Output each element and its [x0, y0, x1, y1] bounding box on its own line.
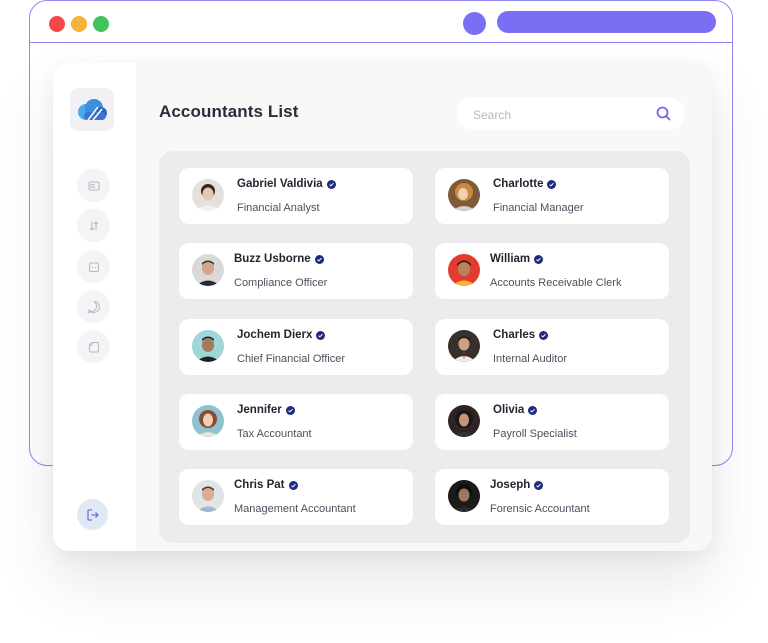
logout-button[interactable]	[77, 499, 108, 530]
accountant-card[interactable]: Gabriel Valdivia Financial Analyst	[179, 168, 413, 224]
accountant-role: Compliance Officer	[234, 277, 328, 289]
sidebar-item-calendar[interactable]	[77, 250, 110, 283]
accountant-card[interactable]: Olivia Payroll Specialist	[435, 394, 669, 450]
document-icon	[88, 341, 99, 353]
avatar	[448, 480, 480, 512]
logout-icon	[86, 508, 99, 521]
browser-title-bar	[30, 1, 732, 43]
accountant-role: Tax Accountant	[237, 428, 312, 440]
search-input[interactable]	[471, 97, 655, 132]
accountant-card[interactable]: Buzz Usborne Compliance Officer	[179, 243, 413, 299]
sidebar-item-document[interactable]	[77, 330, 110, 363]
sidebar	[53, 63, 136, 551]
accountant-role: Financial Manager	[493, 202, 584, 214]
verified-icon	[539, 330, 549, 340]
verified-icon	[326, 179, 336, 189]
avatar	[192, 405, 224, 437]
accountant-role: Management Accountant	[234, 503, 356, 515]
accountant-role: Payroll Specialist	[493, 428, 577, 440]
accountant-role: Forensic Accountant	[490, 503, 590, 515]
accountant-name: William	[490, 253, 544, 265]
accountant-card[interactable]: Chris Pat Management Accountant	[179, 469, 413, 525]
avatar	[448, 405, 480, 437]
app-window: Accountants List Gabriel Valdivia Financ…	[53, 63, 712, 551]
verified-icon	[316, 330, 326, 340]
accountant-card[interactable]: Jochem Dierx Chief Financial Officer	[179, 319, 413, 375]
avatar	[448, 254, 480, 286]
accountant-role: Internal Auditor	[493, 353, 567, 365]
accountant-name: Charles	[493, 329, 549, 341]
verified-icon	[534, 254, 544, 264]
avatar	[192, 330, 224, 362]
avatar	[192, 179, 224, 211]
verified-icon	[314, 254, 324, 264]
accountant-name: Olivia	[493, 404, 538, 416]
cloud-logo-icon	[78, 98, 107, 120]
accountant-card[interactable]: William Accounts Receivable Clerk	[435, 243, 669, 299]
wallet-icon	[87, 180, 100, 191]
accountant-card[interactable]: Jennifer Tax Accountant	[179, 394, 413, 450]
accountant-name: Buzz Usborne	[234, 253, 324, 265]
page-title: Accountants List	[159, 102, 299, 121]
avatar	[192, 480, 224, 512]
accountant-role: Chief Financial Officer	[237, 353, 346, 365]
accountant-name: Charlotte	[493, 178, 557, 190]
sidebar-item-transfer[interactable]	[77, 209, 110, 242]
maximize-window-button[interactable]	[93, 16, 109, 32]
search-icon[interactable]	[655, 105, 672, 122]
accountant-name: Jochem Dierx	[237, 329, 326, 341]
avatar	[448, 330, 480, 362]
accountant-card[interactable]: Charles Internal Auditor	[435, 319, 669, 375]
verified-icon	[288, 480, 298, 490]
browser-address-bar[interactable]	[497, 11, 716, 33]
calendar-icon	[88, 261, 99, 272]
avatar	[448, 179, 480, 211]
browser-profile-dot[interactable]	[463, 12, 486, 35]
accountant-card[interactable]: Charlotte Financial Manager	[435, 168, 669, 224]
accountants-list: Gabriel Valdivia Financial Analyst Charl…	[159, 151, 690, 543]
transfer-icon	[89, 220, 98, 231]
accountant-name: Joseph	[490, 479, 544, 491]
accountant-name: Jennifer	[237, 404, 295, 416]
close-window-button[interactable]	[49, 16, 65, 32]
minimize-window-button[interactable]	[71, 16, 87, 32]
search-box[interactable]	[457, 97, 685, 132]
verified-icon	[528, 405, 538, 415]
sidebar-item-wallet[interactable]	[77, 169, 110, 202]
accountant-role: Accounts Receivable Clerk	[490, 277, 622, 289]
accountant-name: Gabriel Valdivia	[237, 178, 336, 190]
verified-icon	[534, 480, 544, 490]
verified-icon	[285, 405, 295, 415]
avatar	[192, 254, 224, 286]
accountant-role: Financial Analyst	[237, 202, 320, 214]
accountant-name: Chris Pat	[234, 479, 298, 491]
verified-icon	[547, 179, 557, 189]
accountant-card[interactable]: Joseph Forensic Accountant	[435, 469, 669, 525]
cloud-logo[interactable]	[70, 88, 114, 131]
chat-icon	[87, 300, 100, 313]
sidebar-item-chat[interactable]	[77, 290, 110, 323]
